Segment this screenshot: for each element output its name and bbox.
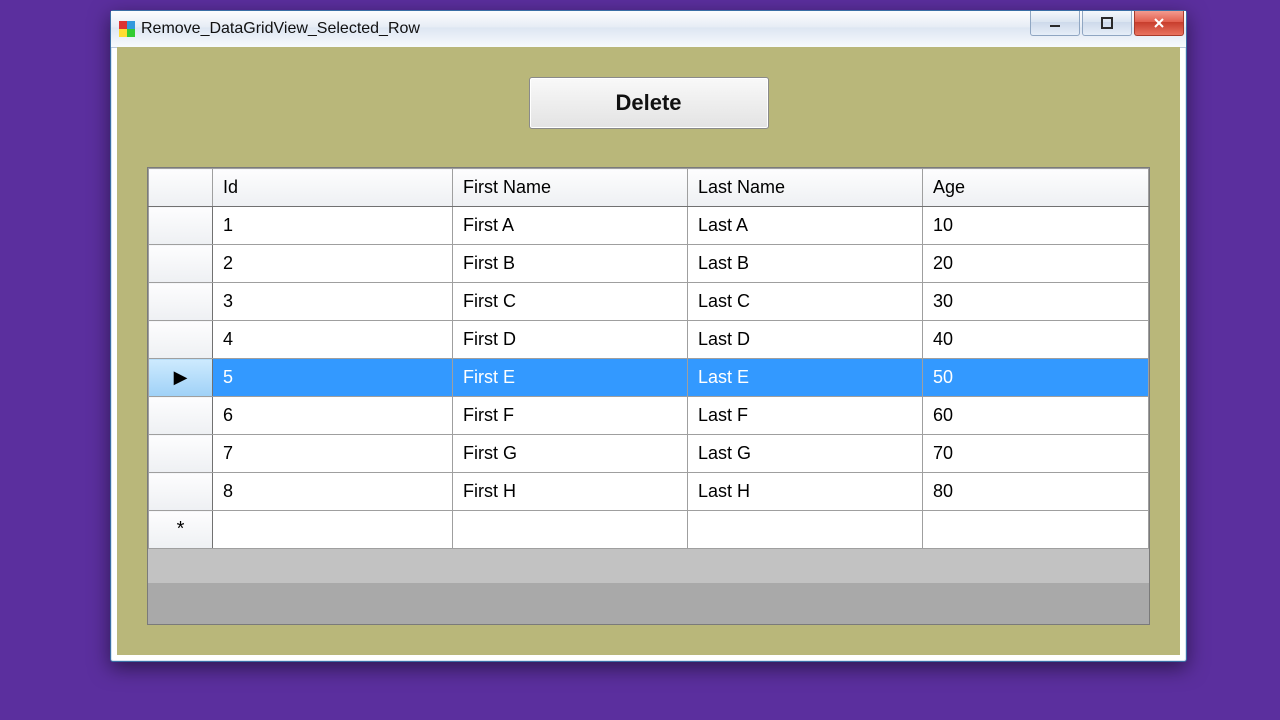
row-pointer-icon: ▶ <box>174 367 188 388</box>
grid-table: Id First Name Last Name Age ▶1First ALas… <box>148 168 1149 549</box>
table-row[interactable]: ▶7First GLast G70 <box>149 435 1149 473</box>
cell-age[interactable]: 50 <box>923 359 1149 397</box>
new-row-header[interactable]: * <box>149 511 213 549</box>
cell-last[interactable]: Last D <box>688 321 923 359</box>
cell-first[interactable]: First G <box>453 435 688 473</box>
cell-first[interactable]: First B <box>453 245 688 283</box>
cell-last[interactable]: Last E <box>688 359 923 397</box>
row-header[interactable]: ▶ <box>149 473 213 511</box>
column-header-id[interactable]: Id <box>213 169 453 207</box>
window-title: Remove_DataGridView_Selected_Row <box>141 20 420 38</box>
row-header[interactable]: ▶ <box>149 321 213 359</box>
cell-first[interactable]: First A <box>453 207 688 245</box>
new-row[interactable]: * <box>149 511 1149 549</box>
cell-id[interactable]: 6 <box>213 397 453 435</box>
cell-first[interactable]: First D <box>453 321 688 359</box>
close-button[interactable] <box>1134 11 1184 36</box>
cell-age[interactable]: 60 <box>923 397 1149 435</box>
cell-id[interactable]: 7 <box>213 435 453 473</box>
cell-last[interactable]: Last G <box>688 435 923 473</box>
table-row[interactable]: ▶3First CLast C30 <box>149 283 1149 321</box>
cell-first[interactable]: First E <box>453 359 688 397</box>
cell-first[interactable]: First C <box>453 283 688 321</box>
row-header[interactable]: ▶ <box>149 207 213 245</box>
cell-id[interactable]: 5 <box>213 359 453 397</box>
row-header[interactable]: ▶ <box>149 283 213 321</box>
cell-id[interactable]: 1 <box>213 207 453 245</box>
new-row-cell[interactable] <box>213 511 453 549</box>
cell-age[interactable]: 80 <box>923 473 1149 511</box>
table-row[interactable]: ▶ 5First ELast E50 <box>149 359 1149 397</box>
table-row[interactable]: ▶2First BLast B20 <box>149 245 1149 283</box>
delete-button[interactable]: Delete <box>529 77 769 129</box>
cell-first[interactable]: First H <box>453 473 688 511</box>
client-area: Delete Id First Name Last Name Age <box>117 47 1180 655</box>
cell-last[interactable]: Last C <box>688 283 923 321</box>
column-header-row: Id First Name Last Name Age <box>149 169 1149 207</box>
titlebar[interactable]: Remove_DataGridView_Selected_Row <box>111 11 1186 48</box>
cell-last[interactable]: Last B <box>688 245 923 283</box>
table-row[interactable]: ▶6First FLast F60 <box>149 397 1149 435</box>
window-controls <box>1030 11 1184 36</box>
cell-id[interactable]: 3 <box>213 283 453 321</box>
row-header-corner[interactable] <box>149 169 213 207</box>
table-row[interactable]: ▶8First HLast H80 <box>149 473 1149 511</box>
new-row-cell[interactable] <box>923 511 1149 549</box>
cell-last[interactable]: Last A <box>688 207 923 245</box>
cell-id[interactable]: 8 <box>213 473 453 511</box>
cell-age[interactable]: 40 <box>923 321 1149 359</box>
row-header[interactable]: ▶ <box>149 245 213 283</box>
table-row[interactable]: ▶4First DLast D40 <box>149 321 1149 359</box>
row-header[interactable]: ▶ <box>149 435 213 473</box>
new-row-cell[interactable] <box>688 511 923 549</box>
cell-last[interactable]: Last H <box>688 473 923 511</box>
cell-last[interactable]: Last F <box>688 397 923 435</box>
cell-id[interactable]: 2 <box>213 245 453 283</box>
cell-age[interactable]: 10 <box>923 207 1149 245</box>
app-icon <box>119 21 135 37</box>
maximize-button[interactable] <box>1082 11 1132 36</box>
cell-id[interactable]: 4 <box>213 321 453 359</box>
window-frame: Remove_DataGridView_Selected_Row Delete <box>110 10 1187 662</box>
grid-empty-area <box>148 549 1149 583</box>
cell-age[interactable]: 20 <box>923 245 1149 283</box>
minimize-button[interactable] <box>1030 11 1080 36</box>
column-header-age[interactable]: Age <box>923 169 1149 207</box>
new-row-cell[interactable] <box>453 511 688 549</box>
column-header-firstname[interactable]: First Name <box>453 169 688 207</box>
row-header[interactable]: ▶ <box>149 397 213 435</box>
row-header[interactable]: ▶ <box>149 359 213 397</box>
cell-age[interactable]: 30 <box>923 283 1149 321</box>
table-row[interactable]: ▶1First ALast A10 <box>149 207 1149 245</box>
new-row-star-icon: * <box>177 518 185 540</box>
cell-age[interactable]: 70 <box>923 435 1149 473</box>
datagridview[interactable]: Id First Name Last Name Age ▶1First ALas… <box>147 167 1150 625</box>
column-header-lastname[interactable]: Last Name <box>688 169 923 207</box>
cell-first[interactable]: First F <box>453 397 688 435</box>
